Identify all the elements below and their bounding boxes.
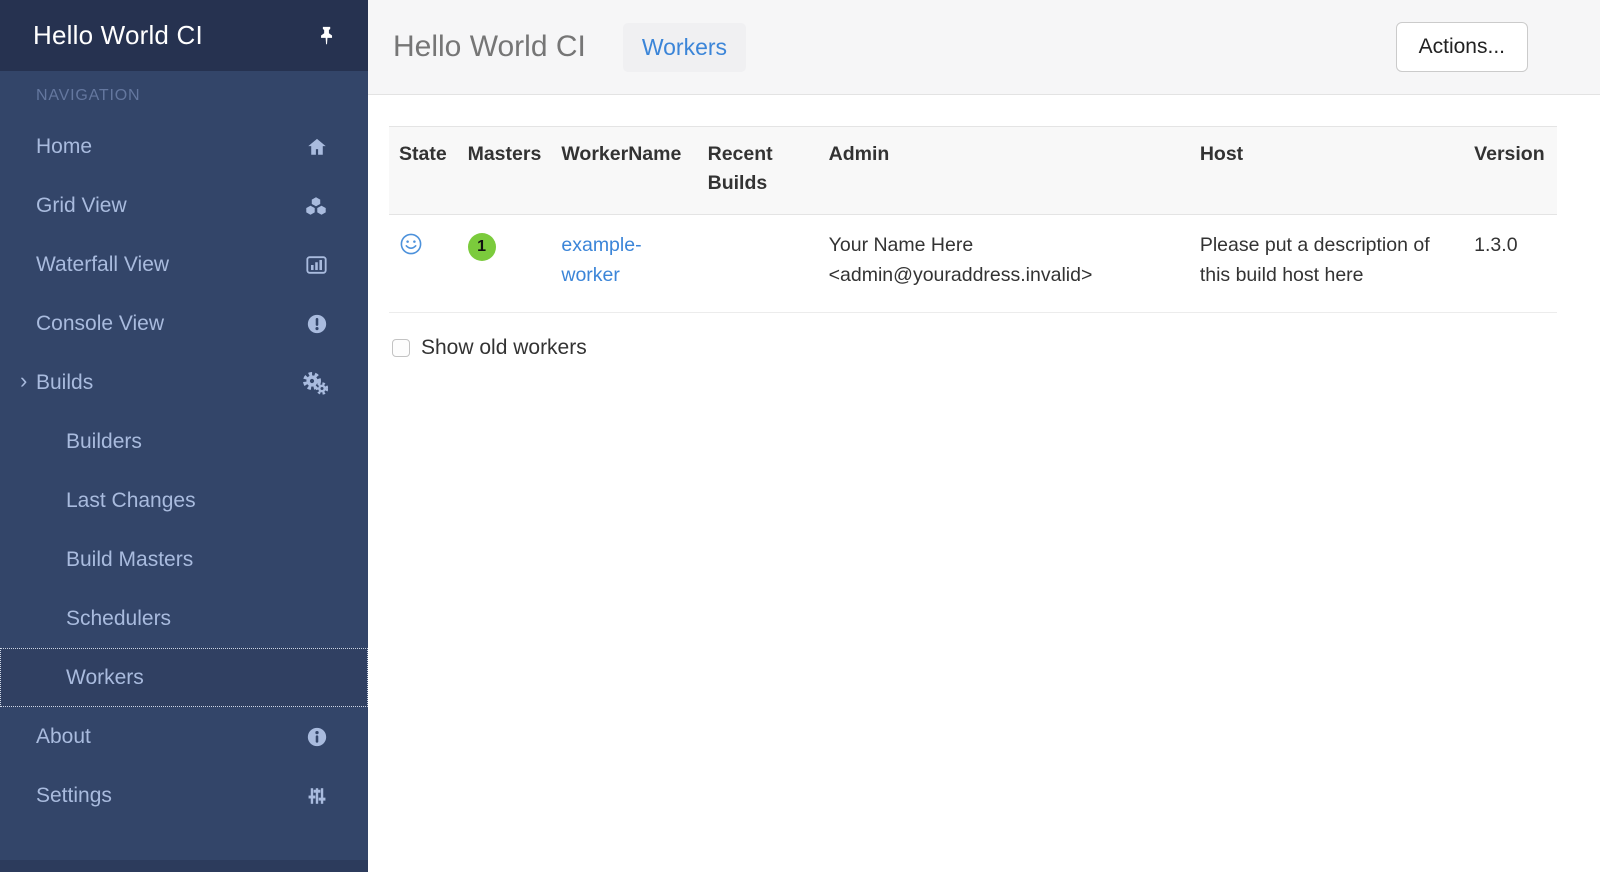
sidebar-footer: [0, 860, 368, 872]
sidebar-item-about[interactable]: About: [0, 707, 368, 766]
column-header-recent-builds: Recent Builds: [698, 127, 819, 215]
sidebar-item-waterfall-view[interactable]: Waterfall View: [0, 235, 368, 294]
sidebar-item-label: Last Changes: [66, 489, 196, 513]
column-header-version: Version: [1464, 127, 1557, 215]
sidebar-item-label: Workers: [66, 666, 144, 690]
worker-admin-cell: Your Name Here <admin@youraddress.invali…: [819, 214, 1190, 312]
info-circle-icon: [306, 726, 328, 748]
sidebar-item-grid-view[interactable]: Grid View: [0, 176, 368, 235]
chevron-right-icon: ›: [20, 370, 36, 392]
show-old-workers-control: Show old workers: [389, 336, 1557, 360]
sidebar-item-settings[interactable]: Settings: [0, 766, 368, 825]
column-header-workername: WorkerName: [551, 127, 697, 215]
sidebar-item-label: About: [36, 725, 91, 749]
cogs-icon: [302, 371, 328, 395]
sidebar-item-label: Schedulers: [66, 607, 171, 631]
sidebar-item-label: Waterfall View: [36, 253, 169, 277]
sidebar-item-builders[interactable]: Builders: [0, 412, 368, 471]
worker-host-cell: Please put a description of this build h…: [1190, 214, 1464, 312]
sidebar-item-builds[interactable]: › Builds: [0, 353, 368, 412]
worker-name-cell: example-worker: [551, 214, 697, 312]
masters-count-badge[interactable]: 1: [468, 233, 496, 261]
main-area: Hello World CI Workers Actions... State …: [368, 0, 1600, 872]
show-old-workers-checkbox[interactable]: [392, 339, 410, 357]
sidebar-item-workers[interactable]: Workers: [0, 648, 368, 707]
actions-button[interactable]: Actions...: [1396, 22, 1528, 72]
sidebar-header: Hello World CI: [0, 0, 368, 71]
sidebar-item-schedulers[interactable]: Schedulers: [0, 589, 368, 648]
sidebar-item-label: Builds: [36, 371, 93, 395]
sidebar: Hello World CI NAVIGATION Home Grid View: [0, 0, 368, 872]
show-old-workers-label[interactable]: Show old workers: [421, 336, 587, 360]
sidebar-item-label: Builders: [66, 430, 142, 454]
page-title: Hello World CI: [393, 30, 586, 64]
table-header-row: State Masters WorkerName Recent Builds A…: [389, 127, 1557, 215]
pin-icon[interactable]: [316, 24, 338, 48]
column-header-masters: Masters: [458, 127, 552, 215]
sidebar-item-label: Grid View: [36, 194, 127, 218]
sidebar-item-label: Console View: [36, 312, 164, 336]
sliders-icon: [306, 785, 328, 807]
navigation-section-label: NAVIGATION: [0, 87, 368, 105]
column-header-host: Host: [1190, 127, 1464, 215]
sidebar-item-label: Build Masters: [66, 548, 193, 572]
app-window: Hello World CI NAVIGATION Home Grid View: [0, 0, 1600, 872]
workers-content: State Masters WorkerName Recent Builds A…: [368, 95, 1600, 360]
sidebar-item-label: Home: [36, 135, 92, 159]
worker-recent-builds-cell: [698, 214, 819, 312]
column-header-admin: Admin: [819, 127, 1190, 215]
sidebar-item-home[interactable]: Home: [0, 117, 368, 176]
worker-name-link[interactable]: example-worker: [561, 234, 641, 286]
page-header: Hello World CI Workers Actions...: [368, 0, 1600, 95]
exclamation-circle-icon: [306, 313, 328, 335]
home-icon: [306, 136, 328, 158]
sidebar-item-console-view[interactable]: Console View: [0, 294, 368, 353]
column-header-state: State: [389, 127, 458, 215]
bar-chart-icon: [305, 254, 328, 276]
app-title: Hello World CI: [33, 20, 203, 51]
sidebar-item-build-masters[interactable]: Build Masters: [0, 530, 368, 589]
table-row: 1 example-worker Your Name Here <admin@y…: [389, 214, 1557, 312]
breadcrumb-workers[interactable]: Workers: [623, 23, 746, 72]
workers-table: State Masters WorkerName Recent Builds A…: [389, 126, 1557, 313]
smiley-icon: [399, 232, 423, 256]
worker-masters-cell: 1: [458, 214, 552, 312]
sidebar-nav: Home Grid View Waterfall View: [0, 117, 368, 825]
worker-version-cell: 1.3.0: [1464, 214, 1557, 312]
sidebar-item-last-changes[interactable]: Last Changes: [0, 471, 368, 530]
cubes-icon: [304, 195, 328, 217]
sidebar-item-label: Settings: [36, 784, 112, 808]
worker-state-cell: [389, 214, 458, 312]
